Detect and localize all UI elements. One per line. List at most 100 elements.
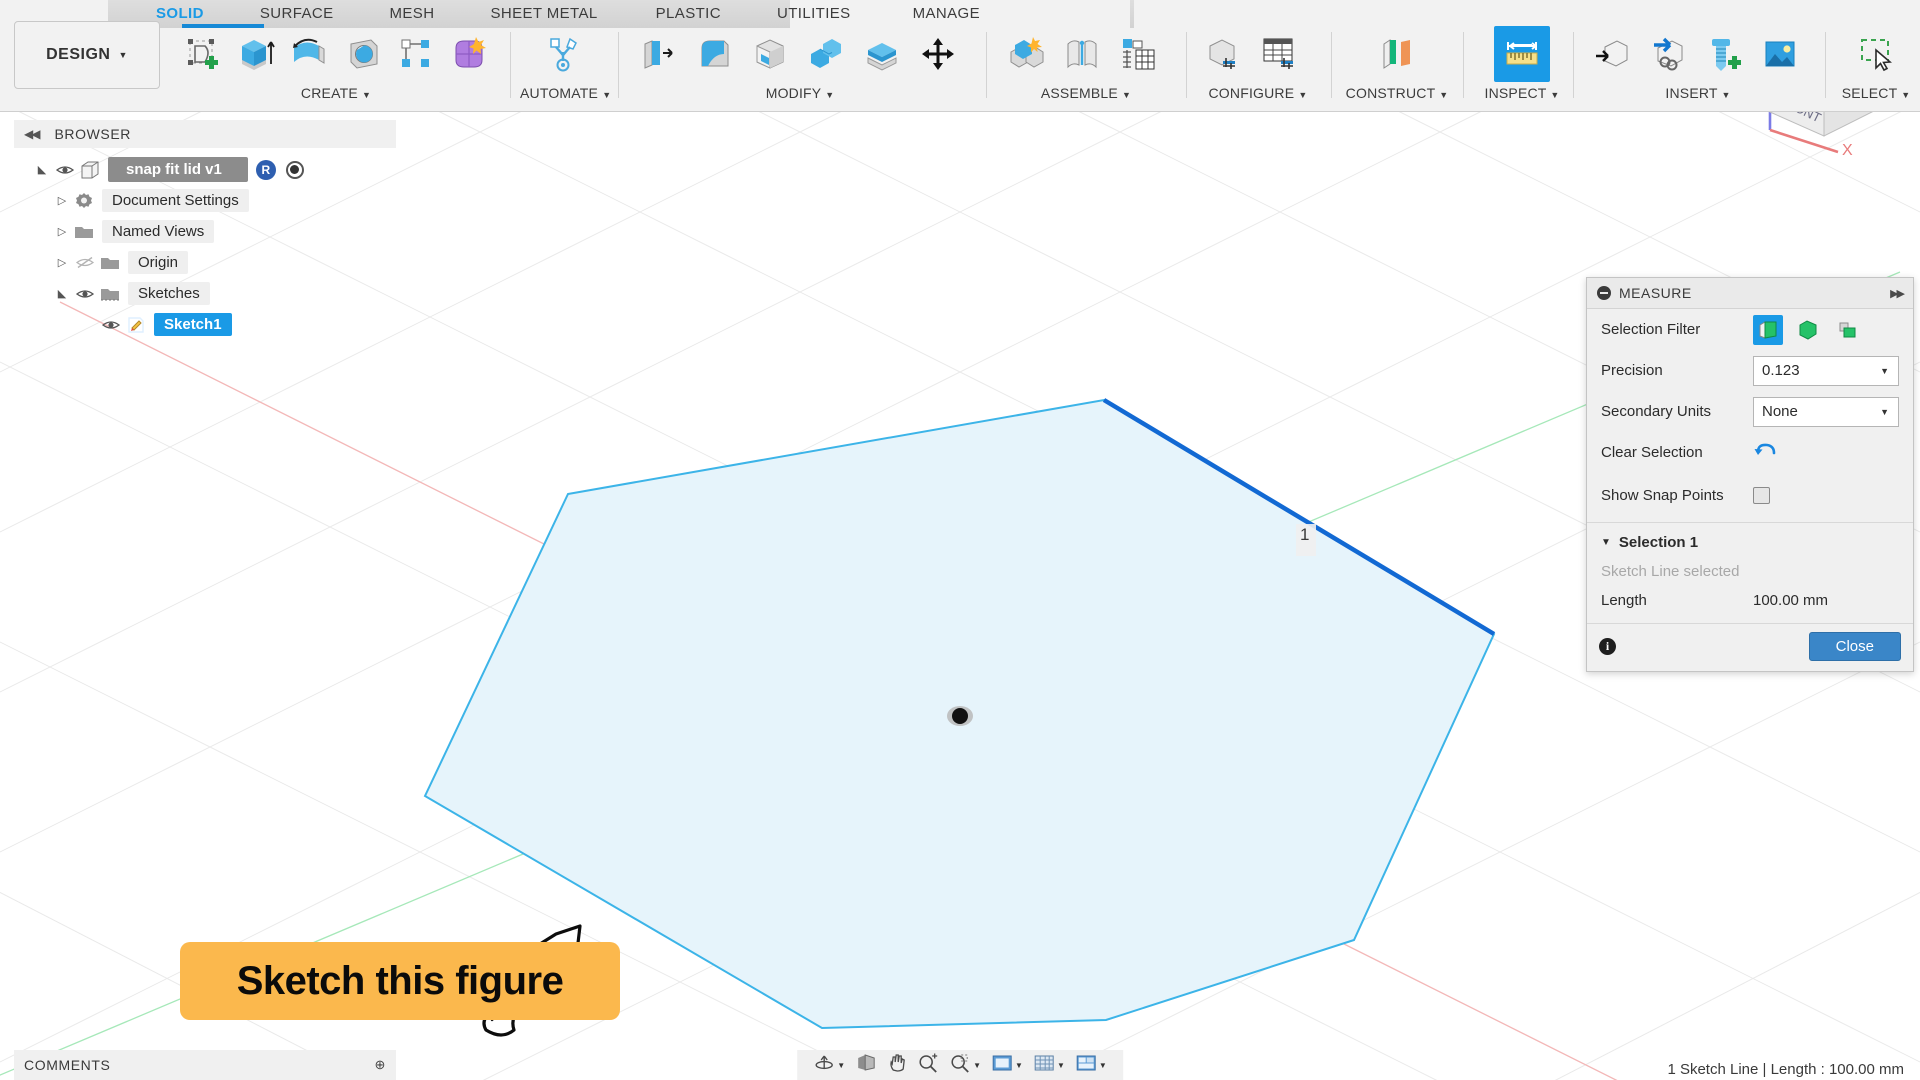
bom-icon[interactable] xyxy=(1110,26,1166,82)
select-component-icon[interactable] xyxy=(1833,315,1863,345)
orbit-icon[interactable] xyxy=(813,1053,835,1078)
expand-right-icon[interactable]: ▶▶ xyxy=(1890,287,1905,300)
grid-snap-icon[interactable] xyxy=(1033,1053,1055,1078)
tab-sheet-metal[interactable]: SHEET METAL xyxy=(480,0,607,28)
tree-item-named-views[interactable]: ▷ Named Views xyxy=(14,216,396,247)
browser-header: ◀◀ BROWSER xyxy=(14,120,396,148)
show-snap-points-checkbox[interactable] xyxy=(1753,486,1770,504)
decal-icon[interactable] xyxy=(1752,26,1808,82)
create-sketch-icon[interactable] xyxy=(176,26,229,82)
pan-button[interactable] xyxy=(883,1053,911,1078)
insert-fastener-icon[interactable] xyxy=(1696,26,1752,82)
chevron-right-icon[interactable]: ▷ xyxy=(52,194,72,207)
chevron-right-icon[interactable]: ▷ xyxy=(52,256,72,269)
insert-derive-icon[interactable] xyxy=(1584,26,1640,82)
comments-bar[interactable]: COMMENTS ⊕ xyxy=(14,1050,396,1080)
tree-item-sketches[interactable]: ◣ Sketches xyxy=(14,278,396,309)
annotation-banner: Sketch this figure xyxy=(180,942,620,1020)
configure-table-icon[interactable] xyxy=(1252,26,1308,82)
chevron-down-icon[interactable]: ▼ xyxy=(1057,1061,1065,1070)
visibility-eye-icon[interactable] xyxy=(98,319,124,331)
tab-utilities[interactable]: UTILITIES xyxy=(767,0,861,28)
chevron-down-icon[interactable]: ▼ xyxy=(1099,1061,1107,1070)
collapse-left-icon[interactable]: ◀◀ xyxy=(24,127,41,141)
measure-icon[interactable] xyxy=(1494,26,1550,82)
panel-modify-label: MODIFY ▼ xyxy=(765,85,835,101)
tree-item-snap-fit-lid[interactable]: ◣ snap fit lid v1 R xyxy=(14,154,396,185)
tree-item-label: Document Settings xyxy=(102,189,249,212)
shell-icon[interactable] xyxy=(742,26,798,82)
expand-arrow-icon[interactable]: ◣ xyxy=(52,287,72,300)
minimize-icon[interactable] xyxy=(1597,286,1611,300)
fit-control[interactable]: ▼ xyxy=(945,1053,985,1078)
panel-create: CREATE ▼ xyxy=(176,26,496,112)
orbit-control[interactable]: ▼ xyxy=(809,1053,849,1078)
tab-plastic[interactable]: PLASTIC xyxy=(646,0,731,28)
display-settings-icon[interactable] xyxy=(991,1053,1013,1078)
selection-group-header[interactable]: ▼ Selection 1 xyxy=(1587,528,1913,555)
visibility-eye-icon[interactable] xyxy=(52,164,78,176)
fit-icon[interactable] xyxy=(949,1053,971,1078)
tab-manage[interactable]: MANAGE xyxy=(903,0,990,28)
viewports-icon[interactable] xyxy=(1075,1053,1097,1078)
ribbon-tabs[interactable]: SOLID SURFACE MESH SHEET METAL PLASTIC U… xyxy=(146,0,990,28)
tab-mesh[interactable]: MESH xyxy=(380,0,445,28)
fillet-icon[interactable] xyxy=(686,26,742,82)
grid-snap-control[interactable]: ▼ xyxy=(1029,1053,1069,1078)
viewports-control[interactable]: ▼ xyxy=(1071,1053,1111,1078)
chevron-down-icon[interactable]: ▼ xyxy=(973,1061,981,1070)
pin-icon[interactable]: ⊕ xyxy=(375,1057,387,1073)
panel-select-label: SELECT ▼ xyxy=(1841,85,1911,101)
sweep-icon[interactable] xyxy=(336,26,389,82)
browser-panel[interactable]: ◀◀ BROWSER ◣ snap fit lid v1 R ▷ Documen… xyxy=(14,120,396,340)
revolve-icon[interactable] xyxy=(283,26,336,82)
undo-arrow-icon[interactable] xyxy=(1753,441,1777,465)
extrude-icon[interactable] xyxy=(229,26,282,82)
offset-plane-icon[interactable] xyxy=(1369,26,1425,82)
zoom-button[interactable] xyxy=(913,1053,943,1078)
tree-item-origin[interactable]: ▷ Origin xyxy=(14,247,396,278)
move-copy-icon[interactable] xyxy=(910,26,966,82)
select-body-icon[interactable] xyxy=(1793,315,1823,345)
measure-dialog[interactable]: MEASURE ▶▶ Selection Filter Precision 0.… xyxy=(1586,277,1914,672)
display-settings-control[interactable]: ▼ xyxy=(987,1053,1027,1078)
chevron-down-icon[interactable]: ▼ xyxy=(1015,1061,1023,1070)
workspace-design-button[interactable]: DESIGN ▼ xyxy=(14,21,160,89)
insert-mcmaster-icon[interactable] xyxy=(1640,26,1696,82)
new-component-icon[interactable] xyxy=(998,26,1054,82)
chevron-down-icon: ▼ xyxy=(1721,90,1731,100)
look-at-icon[interactable] xyxy=(855,1053,877,1078)
activate-component-radio[interactable] xyxy=(285,160,304,179)
tree-item-sketch1[interactable]: Sketch1 xyxy=(14,309,396,340)
browser-tree[interactable]: ◣ snap fit lid v1 R ▷ Document Settings xyxy=(14,148,396,340)
info-icon[interactable]: i xyxy=(1599,638,1616,655)
navigation-bar[interactable]: ▼ ▼ ▼ ▼ ▼ xyxy=(797,1050,1123,1080)
precision-select[interactable]: 0.123 ▼ xyxy=(1753,355,1899,386)
press-pull-icon[interactable] xyxy=(630,26,686,82)
combine-icon[interactable] xyxy=(798,26,854,82)
visibility-hidden-eye-icon[interactable] xyxy=(72,256,98,269)
close-button[interactable]: Close xyxy=(1808,632,1901,661)
chevron-down-icon: ▼ xyxy=(361,90,372,100)
form-icon[interactable] xyxy=(443,26,496,82)
secondary-units-select[interactable]: None ▼ xyxy=(1753,396,1899,427)
length-label: Length xyxy=(1601,592,1647,609)
chevron-right-icon[interactable]: ▷ xyxy=(52,225,72,238)
configure-model-icon[interactable] xyxy=(1196,26,1252,82)
pattern-icon[interactable] xyxy=(389,26,442,82)
tree-item-document-settings[interactable]: ▷ Document Settings xyxy=(14,185,396,216)
selection-filter-label: Selection Filter xyxy=(1601,321,1701,338)
automate-icon[interactable] xyxy=(535,26,591,82)
visibility-eye-icon[interactable] xyxy=(72,288,98,300)
sketch-icon xyxy=(124,316,148,334)
look-at-button[interactable] xyxy=(851,1053,881,1078)
zoom-icon[interactable] xyxy=(917,1053,939,1078)
select-face-icon[interactable] xyxy=(1753,314,1783,345)
expand-arrow-icon[interactable]: ◣ xyxy=(32,163,52,176)
pan-icon[interactable] xyxy=(887,1053,907,1078)
select-window-icon[interactable] xyxy=(1848,26,1904,82)
chevron-down-icon[interactable]: ▼ xyxy=(837,1061,845,1070)
split-face-icon[interactable] xyxy=(854,26,910,82)
joint-icon[interactable] xyxy=(1054,26,1110,82)
secondary-units-value: None xyxy=(1762,403,1798,420)
